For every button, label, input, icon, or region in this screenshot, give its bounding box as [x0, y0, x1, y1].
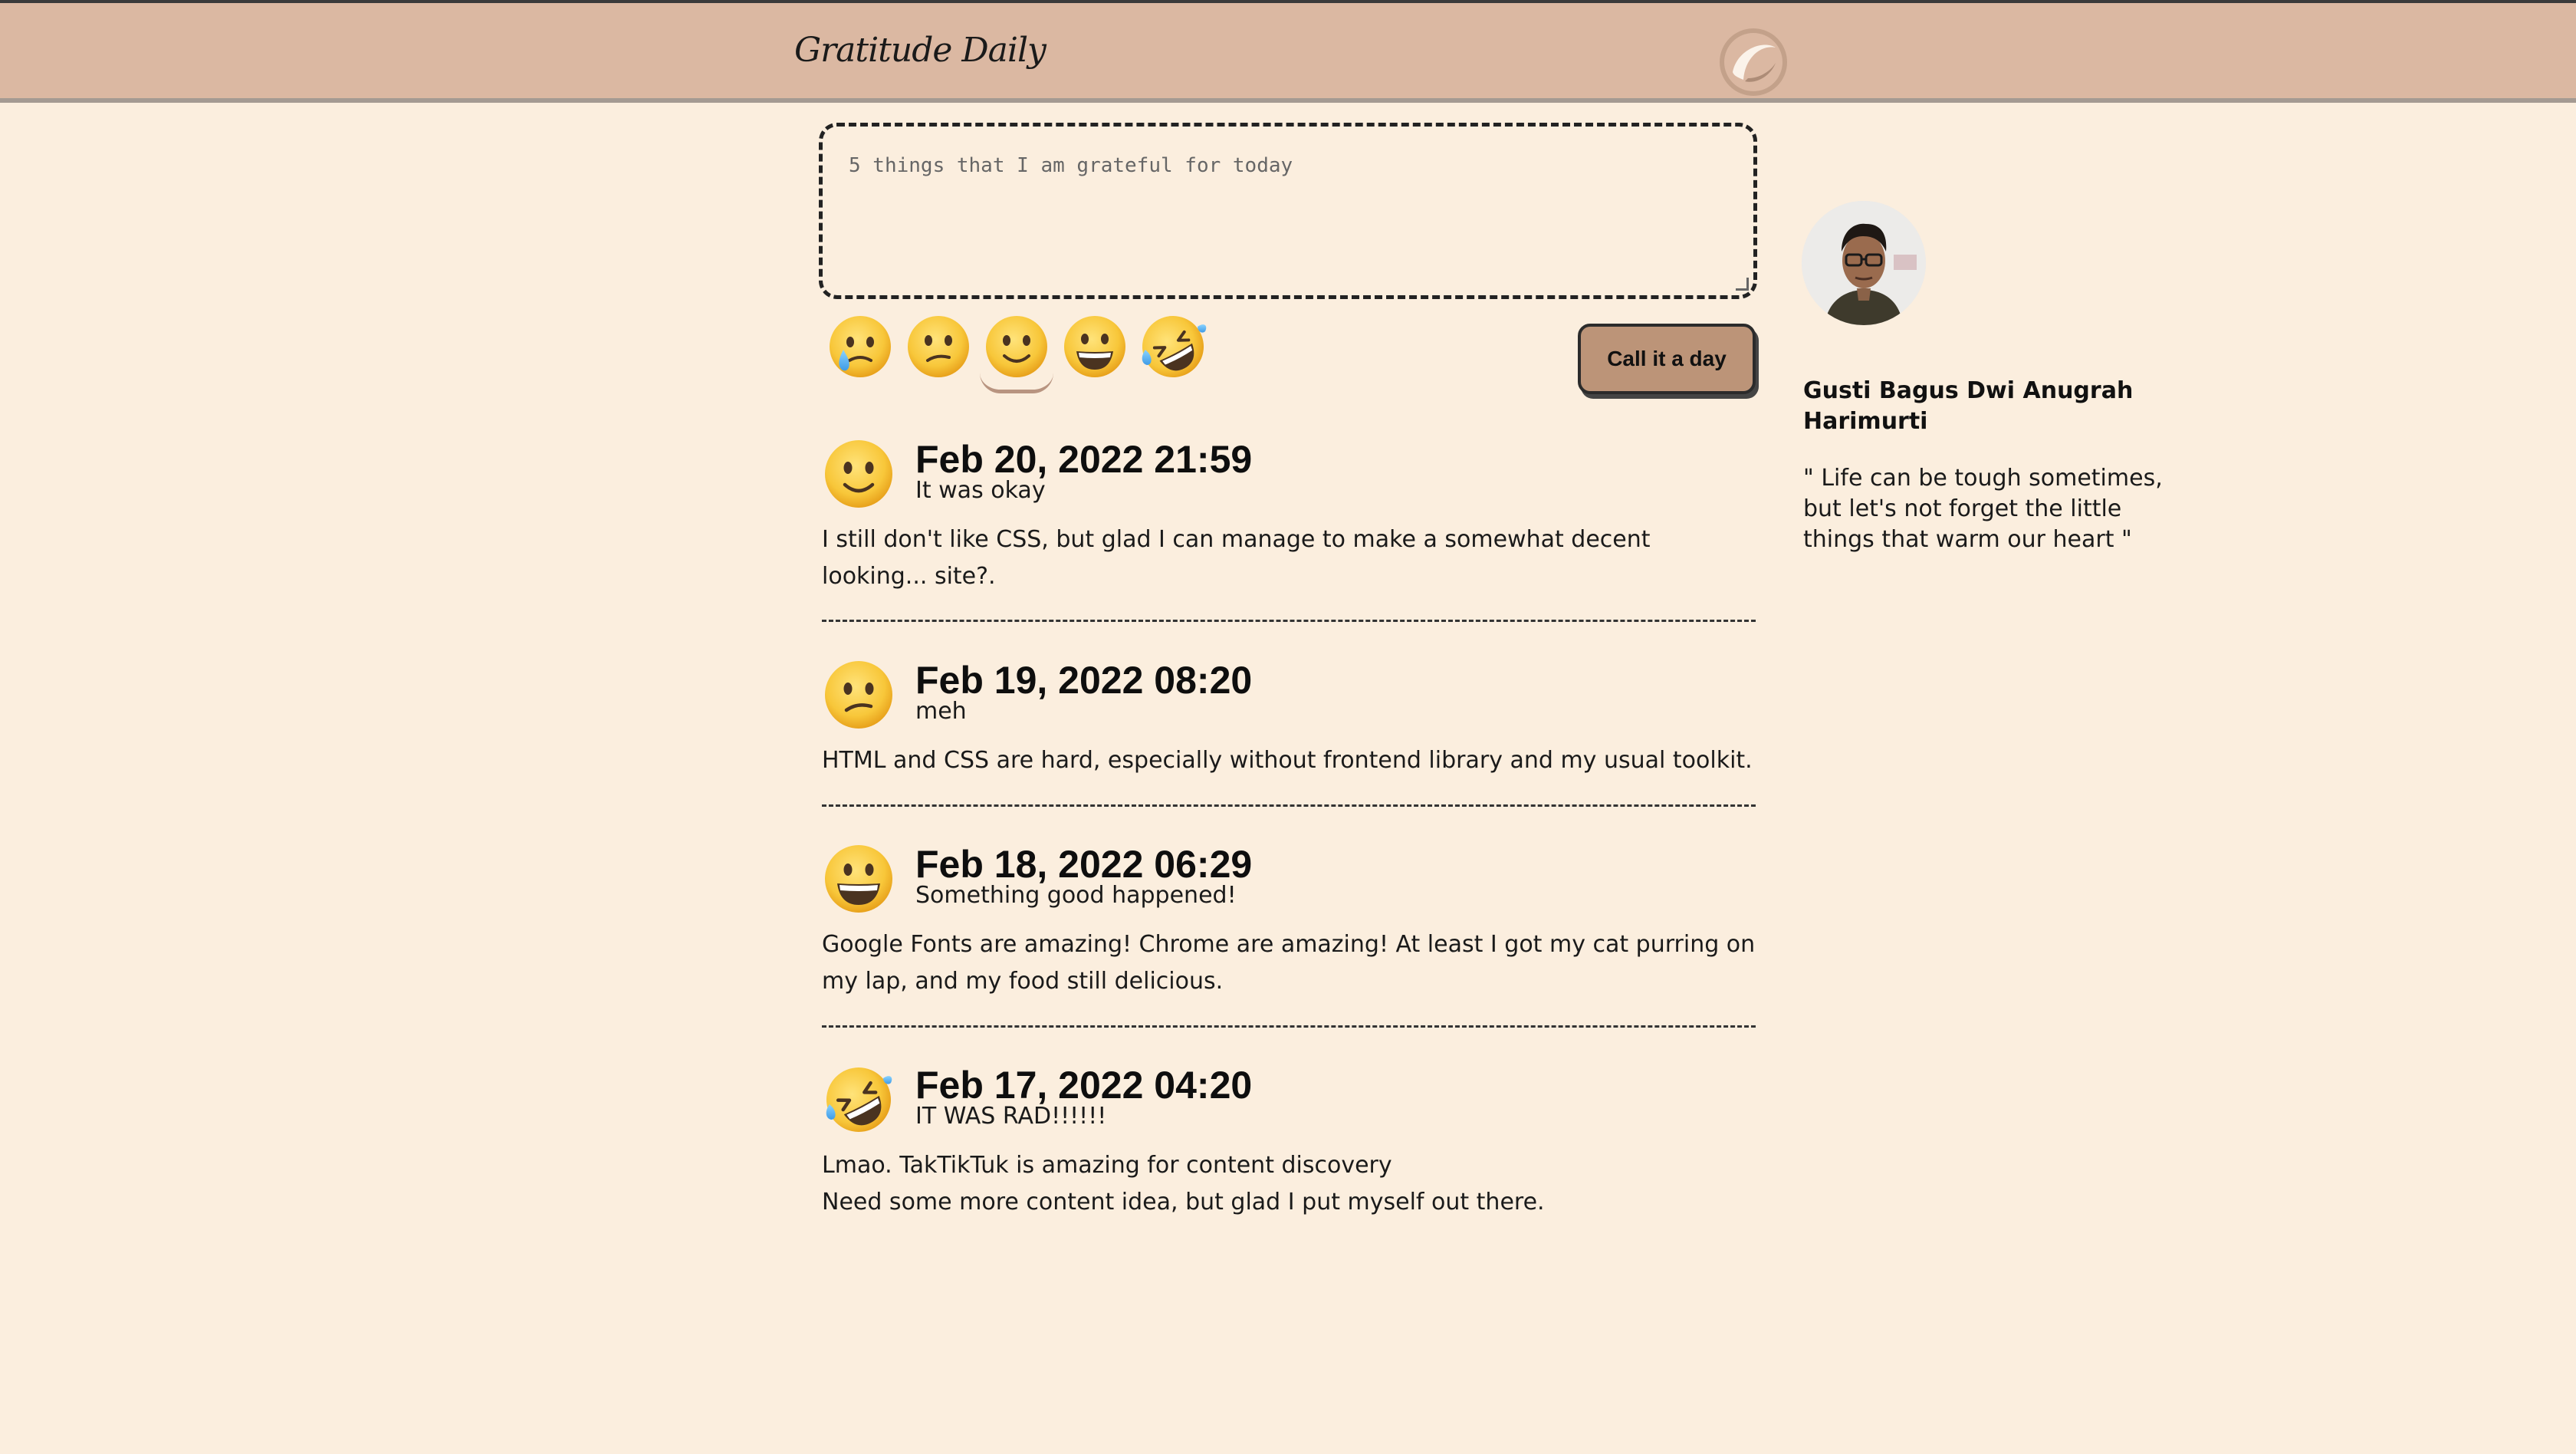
app-logo[interactable]: Gratitude Daily	[794, 31, 1046, 70]
gratitude-input[interactable]	[823, 127, 1753, 295]
journal-entry: Feb 19, 2022 08:20 meh HTML and CSS are …	[822, 658, 1756, 774]
entry-body: I still don't like CSS, but glad I can m…	[822, 526, 1651, 590]
rolling-on-floor-laughing-face-icon	[826, 1067, 892, 1132]
crying-face-icon	[830, 316, 891, 377]
mood-option-rad[interactable]	[1136, 310, 1210, 383]
grinning-face-icon	[1064, 316, 1125, 377]
entry-body: Lmao. TakTikTuk is amazing for content d…	[822, 1152, 1545, 1216]
resize-handle[interactable]	[1736, 278, 1749, 291]
journal-entry: Feb 18, 2022 06:29 Something good happen…	[822, 842, 1756, 1011]
call-it-a-day-button[interactable]: Call it a day	[1578, 324, 1756, 394]
theme-toggle[interactable]	[1717, 26, 1789, 98]
entry-mood-text: It was okay	[915, 477, 1046, 504]
journal-entry: Feb 20, 2022 21:59 It was okay I still d…	[822, 437, 1756, 606]
entry-mood-icon	[822, 1063, 895, 1137]
entry-divider	[822, 804, 1756, 807]
grinning-face-icon	[825, 845, 892, 913]
profile-name: Gusti Bagus Dwi Anugrah Harimurti	[1803, 377, 2134, 435]
entry-divider	[822, 1025, 1756, 1028]
mood-option-crying[interactable]	[823, 310, 897, 383]
entry-mood-icon	[822, 437, 895, 511]
mood-option-confused[interactable]	[902, 310, 975, 383]
entry-mood-text: meh	[915, 698, 967, 725]
entry-mood-text: Something good happened!	[915, 882, 1237, 909]
entry-body: HTML and CSS are hard, especially withou…	[822, 747, 1753, 774]
avatar	[1802, 201, 1926, 325]
entry-date: Feb 19, 2022 08:20	[915, 659, 1253, 702]
top-bar: Gratitude Daily	[0, 0, 2576, 103]
entry-mood-text: IT WAS RAD!!!!!!	[915, 1103, 1107, 1130]
slightly-smiling-face-icon	[825, 440, 892, 508]
journal-entry: Feb 17, 2022 04:20 IT WAS RAD!!!!!! Lmao…	[822, 1063, 1756, 1232]
entry-mood-icon	[822, 842, 895, 916]
entry-body: Google Fonts are amazing! Chrome are ama…	[822, 931, 1756, 995]
profile-quote: " Life can be tough sometimes, but let's…	[1803, 465, 2163, 553]
mood-option-good[interactable]	[1058, 310, 1132, 383]
rolling-on-floor-laughing-face-icon	[1142, 316, 1207, 377]
entry-date: Feb 17, 2022 04:20	[915, 1064, 1253, 1107]
slightly-smiling-face-icon	[986, 316, 1047, 377]
profile-photo	[1802, 201, 1926, 325]
entry-mood-icon	[822, 658, 895, 732]
confused-face-icon	[908, 316, 969, 377]
entry-divider	[822, 620, 1756, 622]
crescent-moon-icon	[1720, 28, 1787, 96]
entry-date: Feb 20, 2022 21:59	[915, 438, 1253, 481]
gratitude-composer	[819, 123, 1757, 299]
entry-date: Feb 18, 2022 06:29	[915, 843, 1253, 886]
mood-option-okay[interactable]	[980, 310, 1053, 393]
confused-face-icon	[825, 661, 892, 729]
